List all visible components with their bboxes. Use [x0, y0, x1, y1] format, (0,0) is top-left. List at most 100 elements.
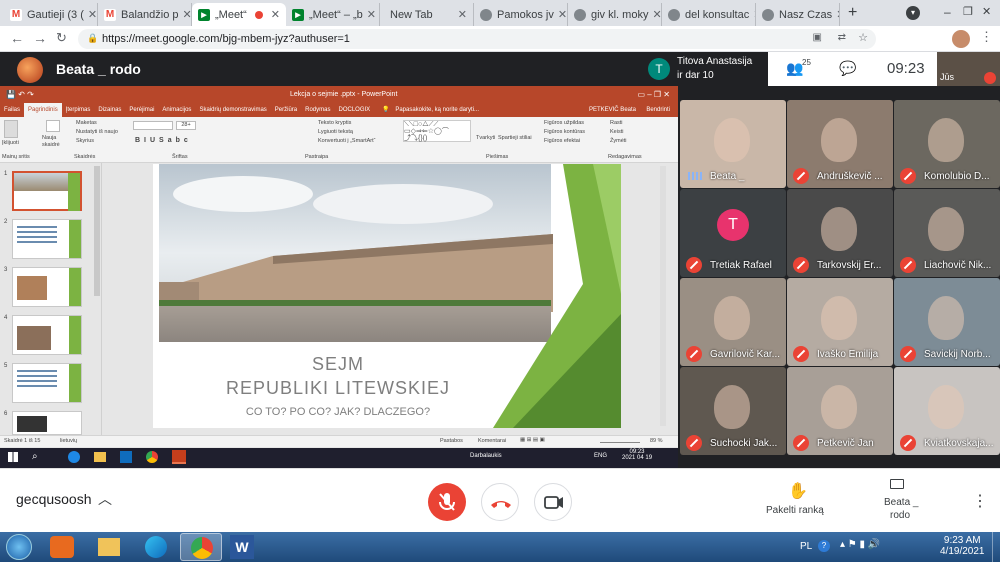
find-button[interactable]: Rasti: [610, 120, 623, 126]
browser-tab-5[interactable]: New Tab ✕: [380, 3, 474, 26]
close-icon[interactable]: ✕: [84, 8, 97, 21]
align-text-button[interactable]: Lygiuoti tekstą: [318, 129, 353, 135]
ppt-tab-home[interactable]: Pagrindinis: [24, 103, 62, 117]
slide-thumbnail-6[interactable]: [12, 411, 82, 435]
star-icon[interactable]: ☆: [858, 31, 868, 44]
raise-hand-button[interactable]: Pakelti ranką: [766, 505, 824, 516]
font-format-buttons[interactable]: BIUSabc: [135, 137, 192, 144]
desktop-toolbar[interactable]: Darbalaukis: [470, 453, 502, 459]
participant-tile[interactable]: Beata _: [680, 100, 786, 188]
presenting-label-2[interactable]: rodo: [890, 510, 910, 521]
font-name-input[interactable]: [133, 121, 173, 130]
shape-effects-button[interactable]: Figūros efektai: [544, 138, 580, 144]
slide-thumbnail-5[interactable]: [12, 363, 82, 403]
system-clock[interactable]: 9:23 AM 4/19/2021: [940, 535, 985, 557]
slide-thumbnail-3[interactable]: [12, 267, 82, 307]
ppt-tab-design[interactable]: Dizainas: [94, 103, 125, 117]
back-icon[interactable]: ←: [10, 30, 24, 46]
paste-icon[interactable]: [4, 120, 18, 138]
text-direction-button[interactable]: Teksto kryptis: [318, 120, 351, 126]
close-icon[interactable]: ✕: [267, 8, 280, 21]
reload-icon[interactable]: ↻: [56, 30, 67, 46]
browser-tab-8[interactable]: del konsultac ✕: [662, 3, 756, 26]
shape-fill-button[interactable]: Figūros užpildas: [544, 120, 584, 126]
slide-scrollbar[interactable]: [660, 166, 666, 426]
replace-button[interactable]: Keisti: [610, 129, 623, 135]
chat-icon[interactable]: 💬: [839, 60, 856, 77]
close-window-icon[interactable]: ✕: [982, 5, 991, 18]
camera-icon[interactable]: ▣: [813, 32, 822, 43]
ppt-tab-review[interactable]: Peržiūra: [271, 103, 301, 117]
present-screen-icon[interactable]: [890, 479, 904, 489]
start-orb-icon[interactable]: [6, 534, 32, 560]
participant-tile[interactable]: Petkevič Jan: [787, 367, 893, 455]
input-language[interactable]: ENG: [594, 453, 607, 459]
font-size-input[interactable]: 28+: [176, 121, 196, 130]
ppt-tab-animations[interactable]: Animacijos: [158, 103, 195, 117]
new-slide-icon[interactable]: [46, 120, 60, 132]
chrome-taskbar-button[interactable]: [180, 533, 222, 561]
media-player-icon[interactable]: [50, 536, 74, 558]
file-explorer-icon[interactable]: [98, 538, 120, 556]
chrome-icon[interactable]: [146, 451, 158, 463]
comments-button[interactable]: Komentarai: [478, 438, 506, 444]
chevron-up-icon[interactable]: ︿: [98, 489, 112, 509]
participant-tile[interactable]: Gavrilovič Kar...: [680, 278, 786, 366]
ppt-tab-transitions[interactable]: Perėjimai: [125, 103, 158, 117]
arrange-button[interactable]: Tvarkyti: [476, 135, 495, 141]
participant-tile[interactable]: Ivaško Emilija: [787, 278, 893, 366]
word-icon[interactable]: W: [230, 535, 254, 559]
reset-button[interactable]: Nustatyti iš naujo: [76, 129, 118, 135]
layout-button[interactable]: Maketas: [76, 120, 97, 126]
browser-tab-6[interactable]: Pamokos jv ✕: [474, 3, 568, 26]
language-indicator[interactable]: PL: [800, 541, 812, 552]
explorer-icon[interactable]: [94, 452, 106, 462]
leave-call-button[interactable]: [481, 483, 519, 521]
close-icon[interactable]: ✕: [454, 8, 467, 21]
camera-toggle-button[interactable]: [534, 483, 572, 521]
section-button[interactable]: Skyrius: [76, 138, 94, 144]
ppt-tab-insert[interactable]: Įterpimas: [62, 103, 95, 117]
slide-thumbnail-4[interactable]: [12, 315, 82, 355]
browser-tab-3-active[interactable]: ▶ „Meet“ ✕: [192, 3, 286, 26]
smartart-button[interactable]: Konvertuoti į „SmartArt“: [318, 138, 375, 144]
more-options-icon[interactable]: ⋮: [972, 491, 988, 511]
menu-icon[interactable]: ⋮: [980, 29, 993, 45]
tray-icons[interactable]: ▴ ⚑ ▮ 🔊: [840, 539, 880, 550]
ppt-tab-view[interactable]: Rodymas: [301, 103, 334, 117]
quick-styles-button[interactable]: Spartieji stiliai: [498, 135, 542, 142]
participant-tile[interactable]: Komolubio D...: [894, 100, 1000, 188]
close-icon[interactable]: ✕: [363, 8, 376, 21]
new-tab-button[interactable]: +: [848, 4, 857, 22]
close-icon[interactable]: ✕: [749, 8, 755, 21]
participant-tile[interactable]: Liachovič Nik...: [894, 189, 1000, 277]
zoom-slider[interactable]: [600, 442, 640, 443]
translate-icon[interactable]: ⇄: [838, 32, 846, 43]
edge-browser-icon[interactable]: [145, 536, 167, 558]
notes-button[interactable]: Pastabos: [440, 438, 463, 444]
close-icon[interactable]: ✕: [648, 8, 661, 21]
shapes-gallery[interactable]: ⟍⟍□○△⟋⟋ ▭◇⇒⇐☆◯⌒ ⤴⤵{}(): [403, 120, 471, 142]
slide-thumbnail-1[interactable]: [12, 171, 82, 211]
browser-tab-9[interactable]: Nasz Czas ✕: [756, 3, 840, 26]
ppt-window-controls[interactable]: ▭ – ❐ ✕: [637, 90, 670, 99]
windows-start-icon[interactable]: [8, 452, 18, 462]
powerpoint-icon[interactable]: [172, 450, 186, 464]
tab-search-icon[interactable]: ▾: [906, 6, 920, 20]
search-icon[interactable]: ⌕: [32, 451, 38, 462]
url-input[interactable]: 🔒 https://meet.google.com/bjg-mbem-jyz?a…: [78, 29, 876, 49]
ppt-tab-doclogix[interactable]: DOCLOGIX: [334, 103, 374, 117]
slide-thumbnail-2[interactable]: [12, 219, 82, 259]
participant-tile[interactable]: T Tretiak Rafael: [680, 189, 786, 277]
restore-icon[interactable]: ❐: [963, 5, 973, 18]
profile-avatar[interactable]: [952, 30, 970, 48]
view-buttons[interactable]: ▦ ⊞ ▤ ▣: [520, 437, 600, 444]
presenting-label-1[interactable]: Beata _: [884, 497, 918, 508]
show-desktop-button[interactable]: [992, 532, 1000, 562]
outlook-icon[interactable]: [120, 451, 132, 463]
ppt-tell-me[interactable]: 💡 Papasakokite, ką norite daryti...: [378, 103, 487, 117]
meeting-code[interactable]: gecqusoosh: [16, 491, 92, 507]
browser-tab-1[interactable]: M Gautieji (3 ( ✕: [4, 3, 98, 26]
ppt-tab-slideshow[interactable]: Skaidrių demonstravimas: [195, 103, 270, 117]
participant-tile[interactable]: Kviatkovskaja...: [894, 367, 1000, 455]
